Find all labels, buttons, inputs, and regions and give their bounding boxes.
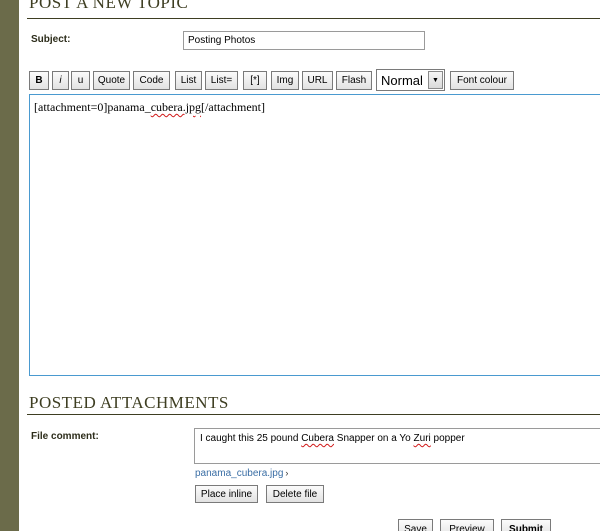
attachments-title: POSTED ATTACHMENTS: [29, 393, 229, 412]
list-item-button[interactable]: [*]: [243, 71, 267, 90]
url-button[interactable]: URL: [302, 71, 333, 90]
delete-file-button[interactable]: Delete file: [266, 485, 324, 503]
comment-text-3: Snapper on a Yo: [334, 433, 414, 444]
list-button[interactable]: List: [175, 71, 202, 90]
page-title: POST A NEW TOPIC: [29, 0, 189, 12]
ordered-list-button[interactable]: List=: [205, 71, 238, 90]
title-divider: [27, 18, 600, 19]
font-colour-button[interactable]: Font colour: [450, 71, 514, 90]
editor-text-after: [/attachment]: [201, 100, 265, 114]
comment-text-5: popper: [430, 433, 465, 444]
bold-button[interactable]: B: [29, 71, 49, 90]
comment-text-4: Zuri: [413, 433, 431, 444]
font-size-value: Normal: [381, 72, 423, 88]
italic-button[interactable]: i: [52, 71, 69, 90]
preview-button[interactable]: Preview: [440, 519, 494, 531]
code-button[interactable]: Code: [133, 71, 170, 90]
message-editor[interactable]: [attachment=0]panama_cubera.jpg[/attachm…: [29, 94, 600, 376]
chevron-right-icon: ›: [285, 468, 289, 478]
file-comment-label: File comment:: [31, 431, 99, 442]
quote-button[interactable]: Quote: [93, 71, 130, 90]
image-button[interactable]: Img: [271, 71, 299, 90]
attachment-file-name[interactable]: panama_cubera.jpg: [195, 468, 283, 479]
submit-button[interactable]: Submit: [501, 519, 551, 531]
subject-input[interactable]: [183, 31, 425, 50]
flash-button[interactable]: Flash: [336, 71, 372, 90]
editor-text-misspelled: cubera.jpg: [150, 100, 202, 114]
subject-label: Subject:: [31, 34, 71, 45]
attachment-file-link[interactable]: panama_cubera.jpg ›: [195, 468, 288, 479]
chevron-down-icon[interactable]: ▼: [428, 71, 443, 89]
file-comment-input[interactable]: I caught this 25 pound Cubera Snapper on…: [194, 428, 600, 464]
save-button[interactable]: Save: [398, 519, 433, 531]
comment-text-1: I caught this 25 pound: [200, 433, 302, 444]
attachments-divider: [27, 414, 600, 415]
place-inline-button[interactable]: Place inline: [195, 485, 258, 503]
comment-text-2: Cubera: [301, 433, 334, 444]
left-sidebar-bar: [0, 0, 19, 531]
font-size-select[interactable]: Normal ▼: [376, 69, 445, 91]
underline-button[interactable]: u: [71, 71, 90, 90]
editor-text-before: [attachment=0]panama_: [34, 100, 151, 114]
